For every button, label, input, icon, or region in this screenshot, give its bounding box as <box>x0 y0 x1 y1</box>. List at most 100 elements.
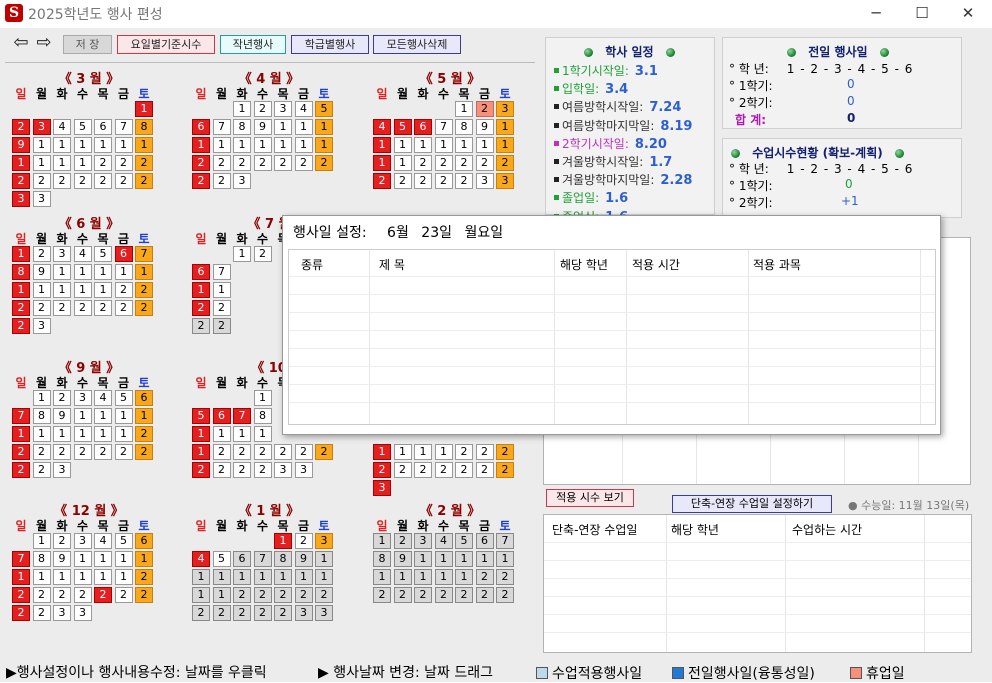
calendar-day[interactable]: 2 <box>32 300 51 316</box>
calendar-day[interactable]: 4 <box>373 119 391 135</box>
calendar-day[interactable]: 2 <box>434 462 453 478</box>
calendar-day[interactable]: 1 <box>212 282 231 298</box>
calendar-day[interactable]: 2 <box>434 173 453 189</box>
calendar-day[interactable]: 2 <box>212 173 231 189</box>
calendar-day[interactable]: 2 <box>114 155 133 171</box>
calendar-day[interactable]: 2 <box>233 155 251 171</box>
delete-all-events-button[interactable]: 모든행사삭제 <box>373 35 461 54</box>
calendar-day[interactable]: 3 <box>414 533 432 549</box>
calendar-day[interactable]: 2 <box>233 605 251 621</box>
calendar-day[interactable]: 2 <box>94 155 112 171</box>
calendar-day[interactable]: 6 <box>135 533 153 549</box>
calendar-day[interactable]: 4 <box>192 551 210 567</box>
calendar-day[interactable]: 7 <box>233 408 251 424</box>
calendar-day[interactable]: 6 <box>94 119 112 135</box>
calendar-day[interactable]: 6 <box>414 119 432 135</box>
calendar-day[interactable]: 2 <box>12 318 30 334</box>
calendar-day[interactable]: 7 <box>212 264 231 280</box>
calendar-day[interactable]: 8 <box>32 408 51 424</box>
calendar-day[interactable]: 2 <box>496 462 514 478</box>
calendar-day[interactable]: 1 <box>32 390 51 406</box>
calendar-day[interactable]: 4 <box>53 119 71 135</box>
calendar-day[interactable]: 2 <box>414 173 432 189</box>
calendar-day[interactable]: 2 <box>496 444 514 460</box>
calendar-day[interactable]: 9 <box>393 551 412 567</box>
calendar-day[interactable]: 9 <box>53 408 71 424</box>
calendar-day[interactable]: 2 <box>274 444 292 460</box>
calendar-day[interactable]: 6 <box>475 533 494 549</box>
calendar-day[interactable]: 1 <box>53 426 71 442</box>
maximize-button[interactable]: ☐ <box>899 0 945 28</box>
calendar-day[interactable]: 2 <box>253 587 272 603</box>
calendar-day[interactable]: 1 <box>496 137 514 153</box>
calendar-day[interactable]: 1 <box>135 137 153 153</box>
view-applied-hours-button[interactable]: 적용 시수 보기 <box>546 489 634 507</box>
calendar-day[interactable]: 1 <box>73 551 92 567</box>
calendar-day[interactable]: 9 <box>294 551 313 567</box>
calendar-day[interactable]: 1 <box>114 551 133 567</box>
calendar-day[interactable]: 2 <box>135 444 153 460</box>
calendar-day[interactable]: 1 <box>233 246 251 262</box>
calendar-day[interactable]: 5 <box>315 101 333 117</box>
calendar-day[interactable]: 2 <box>212 155 231 171</box>
calendar-day[interactable]: 1 <box>373 444 391 460</box>
weekday-hours-button[interactable]: 요일별기준시수 <box>117 35 215 54</box>
calendar-day[interactable]: 1 <box>12 155 30 171</box>
calendar-day[interactable]: 6 <box>192 264 210 280</box>
calendar-day[interactable]: 1 <box>192 444 210 460</box>
calendar-day[interactable]: 8 <box>373 551 391 567</box>
calendar-day[interactable]: 1 <box>393 137 412 153</box>
calendar-day[interactable]: 1 <box>73 426 92 442</box>
calendar-day[interactable]: 2 <box>53 390 71 406</box>
calendar-day[interactable]: 2 <box>434 587 453 603</box>
calendar-day[interactable]: 7 <box>135 246 153 262</box>
calendar-day[interactable]: 2 <box>12 605 30 621</box>
calendar-day[interactable]: 1 <box>434 137 453 153</box>
calendar-day[interactable]: 2 <box>253 444 272 460</box>
calendar-day[interactable]: 2 <box>73 444 92 460</box>
calendar-day[interactable]: 2 <box>373 587 391 603</box>
calendar-day[interactable]: 1 <box>32 282 51 298</box>
calendar-day[interactable]: 8 <box>233 119 251 135</box>
calendar-day[interactable]: 5 <box>94 246 112 262</box>
calendar-day[interactable]: 7 <box>212 119 231 135</box>
calendar-day[interactable]: 2 <box>73 300 92 316</box>
calendar-day[interactable]: 6 <box>233 551 251 567</box>
calendar-day[interactable]: 2 <box>32 462 51 478</box>
calendar-day[interactable]: 1 <box>32 137 51 153</box>
calendar-day[interactable]: 3 <box>373 480 391 496</box>
calendar-day[interactable]: 2 <box>53 173 71 189</box>
calendar-day[interactable]: 3 <box>496 173 514 189</box>
calendar-day[interactable]: 2 <box>192 462 210 478</box>
calendar-day[interactable]: 1 <box>135 551 153 567</box>
calendar-day[interactable]: 1 <box>434 444 453 460</box>
calendar-day[interactable]: 2 <box>192 318 210 334</box>
calendar-day[interactable]: 3 <box>294 605 313 621</box>
calendar-day[interactable]: 1 <box>73 264 92 280</box>
calendar-day[interactable]: 1 <box>12 569 30 585</box>
calendar-day[interactable]: 2 <box>475 569 494 585</box>
calendar-day[interactable]: 1 <box>393 155 412 171</box>
calendar-day[interactable]: 5 <box>73 119 92 135</box>
calendar-day[interactable]: 6 <box>192 119 210 135</box>
calendar-day[interactable]: 1 <box>253 137 272 153</box>
calendar-day[interactable]: 2 <box>233 462 251 478</box>
calendar-day[interactable]: 3 <box>53 605 71 621</box>
calendar-day[interactable]: 7 <box>496 533 514 549</box>
calendar-day[interactable]: 5 <box>114 533 133 549</box>
calendar-day[interactable]: 2 <box>434 155 453 171</box>
calendar-day[interactable]: 1 <box>32 533 51 549</box>
calendar-day[interactable]: 2 <box>32 444 51 460</box>
calendar-day[interactable]: 2 <box>32 246 51 262</box>
calendar-day[interactable]: 1 <box>73 408 92 424</box>
calendar-day[interactable]: 1 <box>73 569 92 585</box>
class-events-button[interactable]: 학급별행사 <box>291 35 369 54</box>
calendar-day[interactable]: 1 <box>192 282 210 298</box>
calendar-day[interactable]: 9 <box>253 119 272 135</box>
calendar-day[interactable]: 8 <box>455 119 473 135</box>
set-short-long-days-button[interactable]: 단축-연장 수업일 설정하기 <box>672 495 832 513</box>
calendar-day[interactable]: 1 <box>414 551 432 567</box>
calendar-day[interactable]: 4 <box>434 533 453 549</box>
calendar-day[interactable]: 4 <box>94 533 112 549</box>
calendar-day[interactable]: 2 <box>475 101 494 117</box>
